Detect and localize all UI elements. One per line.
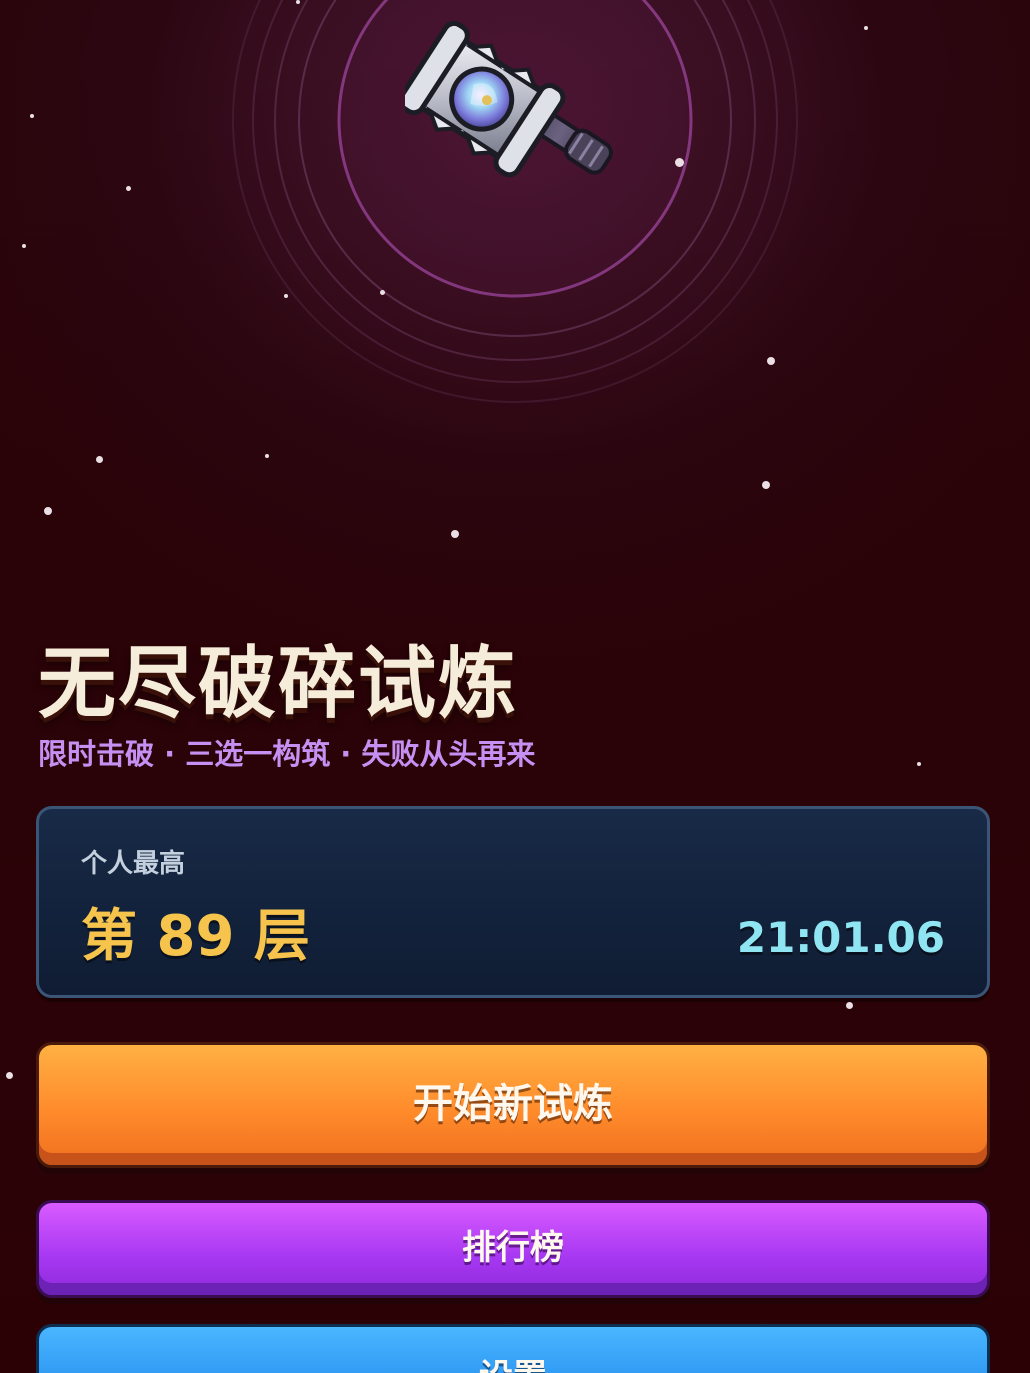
leaderboard-button[interactable]: 排行榜 xyxy=(36,1200,990,1298)
star xyxy=(22,244,26,248)
personal-best-label: 个人最高 xyxy=(81,849,186,879)
star xyxy=(380,290,385,295)
star xyxy=(96,456,103,463)
game-title: 无尽破碎试炼 xyxy=(38,639,519,729)
star xyxy=(767,357,775,365)
star xyxy=(675,158,684,167)
star xyxy=(864,26,868,30)
star xyxy=(30,114,34,118)
star xyxy=(265,454,269,458)
star xyxy=(917,762,921,766)
personal-best-card: 个人最高 第 89 层 21:01.06 xyxy=(36,806,990,998)
best-time-value: 21:01.06 xyxy=(736,913,945,962)
best-floor-value: 第 89 层 xyxy=(81,904,310,969)
hammer-icon xyxy=(405,20,613,178)
star xyxy=(762,481,770,489)
star xyxy=(296,0,300,4)
game-subtitle: 限时击破 · 三选一构筑 · 失败从头再来 xyxy=(38,737,536,771)
star xyxy=(44,507,52,515)
star xyxy=(126,186,131,191)
star xyxy=(284,294,288,298)
star xyxy=(451,530,459,538)
star xyxy=(6,1072,13,1079)
star xyxy=(846,1002,853,1009)
start-new-trial-button[interactable]: 开始新试炼 xyxy=(36,1042,990,1168)
settings-button[interactable]: 设置 xyxy=(36,1324,990,1373)
game-menu-screen: 无尽破碎试炼 限时击破 · 三选一构筑 · 失败从头再来 个人最高 第 89 层… xyxy=(0,0,1030,1373)
